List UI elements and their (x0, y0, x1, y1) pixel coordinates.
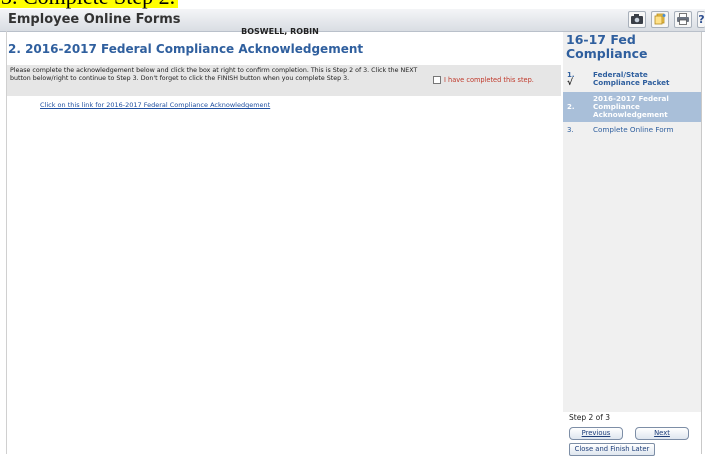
completion-confirm[interactable]: I have completed this step. (433, 76, 534, 84)
previous-button[interactable]: Previous (569, 427, 623, 440)
previous-button-label: Previous (581, 429, 611, 437)
next-button-label: Next (654, 429, 670, 437)
help-icon[interactable]: ? (697, 11, 705, 28)
sidebar-title: 16-17 Fed Compliance (566, 32, 648, 61)
sidebar-step-3[interactable]: 3. Complete Online Form (563, 126, 701, 136)
checkmark-icon: √ (567, 78, 574, 88)
step-count: Step 2 of 3 (569, 413, 611, 422)
employee-name: BOSWELL, ROBIN (241, 27, 319, 36)
close-button-label: Close and Finish Later (574, 445, 650, 453)
instructions-text: Please complete the acknowledgement belo… (10, 67, 418, 82)
sidebar-step-1[interactable]: 1. √ Federal/State Compliance Packet (563, 71, 701, 91)
page-title: 2. 2016-2017 Federal Compliance Acknowle… (8, 42, 364, 56)
content-border (6, 31, 7, 454)
acknowledgement-link[interactable]: Click on this link for 2016-2017 Federal… (40, 101, 270, 109)
sidebar-step-2[interactable]: 2. 2016-2017 Federal Compliance Acknowle… (563, 92, 701, 122)
sidebar-border (701, 32, 702, 454)
step-label: 2016-2017 Federal Compliance Acknowledge… (593, 94, 669, 119)
camera-icon[interactable] (628, 11, 646, 28)
step-label: Federal/State Compliance Packet (593, 70, 670, 87)
next-button[interactable]: Next (635, 427, 689, 440)
close-and-finish-later-button[interactable]: Close and Finish Later (569, 443, 655, 456)
copy-icon[interactable] (651, 11, 669, 28)
app-title: Employee Online Forms (8, 12, 181, 27)
print-icon[interactable] (674, 11, 692, 28)
step-number: 3. (567, 126, 574, 134)
banner: 3. Complete Step 2. (0, 0, 705, 9)
step-number: 2. (567, 103, 575, 111)
banner-text: 3. Complete Step 2. (0, 0, 179, 8)
completed-checkbox-label[interactable]: I have completed this step. (444, 76, 534, 84)
sidebar: 16-17 Fed Compliance 1. √ Federal/State … (563, 32, 701, 456)
step-label: Complete Online Form (593, 125, 674, 134)
instructions-panel: Please complete the acknowledgement belo… (6, 65, 561, 96)
completed-checkbox[interactable] (433, 76, 441, 84)
